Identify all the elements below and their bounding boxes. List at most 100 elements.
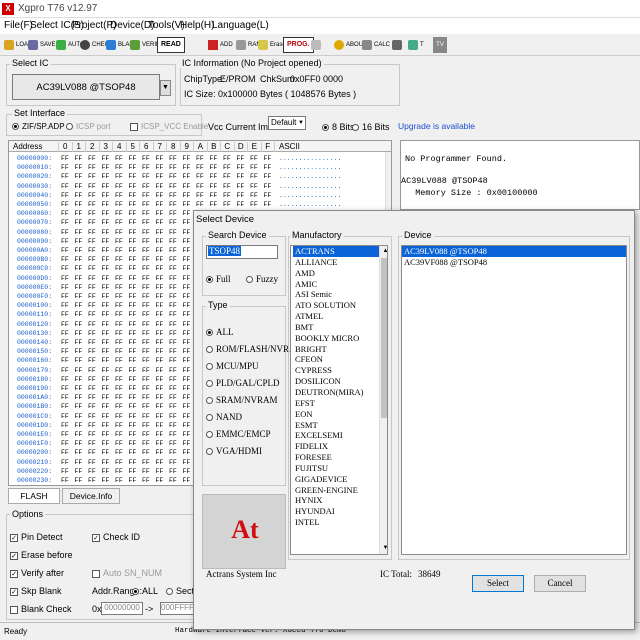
16bits-radio[interactable]: 16 Bits <box>352 122 390 132</box>
hex-cell[interactable]: FF <box>142 476 150 485</box>
hex-cell[interactable]: FF <box>102 448 110 457</box>
hex-cell[interactable]: FF <box>156 476 164 485</box>
hex-cell[interactable]: FF <box>156 154 164 163</box>
hex-cell[interactable]: FF <box>61 246 69 255</box>
full-radio[interactable]: Full <box>206 274 231 284</box>
fuzzy-radio[interactable]: Fuzzy <box>246 274 278 284</box>
hex-cell[interactable]: FF <box>115 172 123 181</box>
hex-cell[interactable]: FF <box>115 154 123 163</box>
manufacturer-item[interactable]: BRIGHT <box>293 344 381 355</box>
hex-cell[interactable]: FF <box>169 356 177 365</box>
type-radio[interactable]: PLD/GAL/CPLD <box>206 378 280 388</box>
hex-cell[interactable]: FF <box>129 329 137 338</box>
hex-cell[interactable]: FF <box>102 467 110 476</box>
hex-cell[interactable]: FF <box>183 412 191 421</box>
hex-cell[interactable]: FF <box>156 412 164 421</box>
hex-cell[interactable]: FF <box>264 191 272 200</box>
hex-cell[interactable]: FF <box>183 421 191 430</box>
menu-language[interactable]: Language(L) <box>212 20 269 31</box>
hex-cell[interactable]: FF <box>169 218 177 227</box>
hex-cell[interactable]: FF <box>169 246 177 255</box>
hex-cell[interactable]: FF <box>75 366 83 375</box>
hex-cell[interactable]: FF <box>169 338 177 347</box>
hex-cell[interactable]: FF <box>61 476 69 485</box>
hex-cell[interactable]: FF <box>142 182 150 191</box>
hex-cell[interactable]: FF <box>210 154 218 163</box>
hex-cell[interactable]: FF <box>102 384 110 393</box>
hex-cell[interactable]: FF <box>102 163 110 172</box>
hex-cell[interactable]: FF <box>75 200 83 209</box>
hex-cell[interactable]: FF <box>250 172 258 181</box>
hex-cell[interactable]: FF <box>61 347 69 356</box>
tv-button[interactable]: TV <box>433 37 447 53</box>
hex-cell[interactable]: FF <box>88 402 96 411</box>
manufacturer-item[interactable]: FORESEE <box>293 452 381 463</box>
read-button[interactable]: READ <box>157 37 185 53</box>
hex-cell[interactable]: FF <box>142 218 150 227</box>
hex-cell[interactable]: FF <box>264 154 272 163</box>
hex-cell[interactable]: FF <box>129 163 137 172</box>
hex-cell[interactable]: FF <box>115 191 123 200</box>
hex-cell[interactable]: FF <box>75 237 83 246</box>
hex-cell[interactable]: FF <box>61 384 69 393</box>
hex-cell[interactable]: FF <box>88 384 96 393</box>
hex-cell[interactable]: FF <box>88 154 96 163</box>
hex-cell[interactable]: FF <box>169 255 177 264</box>
hex-cell[interactable]: FF <box>156 356 164 365</box>
type-radio[interactable]: VGA/HDMI <box>206 446 262 456</box>
hex-cell[interactable]: FF <box>142 329 150 338</box>
hex-cell[interactable]: FF <box>156 347 164 356</box>
hex-cell[interactable]: FF <box>75 356 83 365</box>
hex-cell[interactable]: FF <box>156 384 164 393</box>
hex-cell[interactable]: FF <box>102 421 110 430</box>
hex-cell[interactable]: FF <box>115 182 123 191</box>
hex-cell[interactable]: FF <box>142 283 150 292</box>
hex-cell[interactable]: FF <box>183 209 191 218</box>
pin-detect-checkbox[interactable]: ✓ Pin Detect <box>10 532 63 542</box>
hex-cell[interactable]: FF <box>156 338 164 347</box>
hex-cell[interactable]: FF <box>156 320 164 329</box>
hex-cell[interactable]: FF <box>61 292 69 301</box>
hex-cell[interactable]: FF <box>75 458 83 467</box>
hex-cell[interactable]: FF <box>237 182 245 191</box>
hex-cell[interactable]: FF <box>129 458 137 467</box>
hex-cell[interactable]: FF <box>183 458 191 467</box>
hex-cell[interactable]: FF <box>156 209 164 218</box>
hex-cell[interactable]: FF <box>115 320 123 329</box>
verify-after-checkbox[interactable]: ✓ Verify after <box>10 568 64 578</box>
hex-cell[interactable]: FF <box>61 301 69 310</box>
hex-cell[interactable]: FF <box>102 182 110 191</box>
hex-cell[interactable]: FF <box>169 283 177 292</box>
type-radio[interactable]: ALL <box>206 327 234 337</box>
hex-cell[interactable]: FF <box>88 283 96 292</box>
manufacturer-item[interactable]: ESMT <box>293 420 381 431</box>
cancel-button[interactable]: Cancel <box>534 575 586 592</box>
hex-cell[interactable]: FF <box>102 320 110 329</box>
device-item[interactable]: AC39VF088 @TSOP48 <box>402 257 626 268</box>
hex-cell[interactable]: FF <box>88 182 96 191</box>
hex-cell[interactable]: FF <box>102 264 110 273</box>
hex-cell[interactable]: FF <box>129 237 137 246</box>
hex-cell[interactable]: FF <box>75 467 83 476</box>
hex-cell[interactable]: FF <box>88 172 96 181</box>
hex-cell[interactable]: FF <box>169 228 177 237</box>
hex-cell[interactable]: FF <box>75 402 83 411</box>
hex-cell[interactable]: FF <box>169 163 177 172</box>
hex-cell[interactable]: FF <box>129 375 137 384</box>
hex-cell[interactable]: FF <box>61 274 69 283</box>
hex-cell[interactable]: FF <box>115 255 123 264</box>
hex-cell[interactable]: FF <box>102 246 110 255</box>
hex-cell[interactable]: FF <box>223 163 231 172</box>
hex-cell[interactable]: FF <box>102 283 110 292</box>
skip-blank-checkbox[interactable]: ✓ Skp Blank <box>10 586 62 596</box>
hex-cell[interactable]: FF <box>102 200 110 209</box>
hex-cell[interactable]: FF <box>169 237 177 246</box>
hex-cell[interactable]: FF <box>129 310 137 319</box>
hex-cell[interactable]: FF <box>115 375 123 384</box>
hex-cell[interactable]: FF <box>129 448 137 457</box>
hex-cell[interactable]: FF <box>250 191 258 200</box>
hex-cell[interactable]: FF <box>142 246 150 255</box>
hex-cell[interactable]: FF <box>88 476 96 485</box>
hex-cell[interactable]: FF <box>156 274 164 283</box>
hex-cell[interactable]: FF <box>61 264 69 273</box>
